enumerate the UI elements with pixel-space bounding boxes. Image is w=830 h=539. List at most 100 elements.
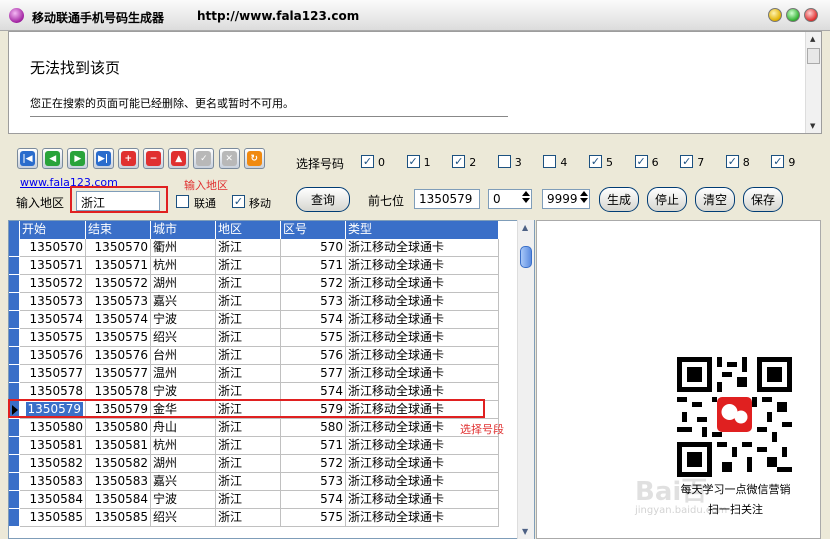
table-cell[interactable]: 浙江 xyxy=(216,275,281,293)
table-cell[interactable]: 576 xyxy=(281,347,346,365)
query-button[interactable]: 查询 xyxy=(296,187,350,212)
table-cell[interactable]: 1350571 xyxy=(86,257,151,275)
column-header[interactable]: 地区 xyxy=(216,221,281,239)
table-cell[interactable]: 1350582 xyxy=(86,455,151,473)
table-cell[interactable]: 575 xyxy=(281,329,346,347)
add-button[interactable]: + xyxy=(117,148,139,169)
table-cell[interactable]: 浙江移动全球通卡 xyxy=(346,365,499,383)
table-scrollbar[interactable]: ▲ ▼ xyxy=(517,220,534,539)
table-row[interactable]: 1350584 1350584 宁波 浙江 574 浙江移动全球通卡 xyxy=(9,491,499,509)
table-cell[interactable]: 572 xyxy=(281,275,346,293)
table-cell[interactable]: 574 xyxy=(281,311,346,329)
first-button[interactable]: |◀ xyxy=(17,148,38,169)
scroll-thumb[interactable] xyxy=(807,48,820,64)
table-cell[interactable]: 1350580 xyxy=(86,419,151,437)
table-cell[interactable]: 1350574 xyxy=(20,311,86,329)
table-cell[interactable]: 574 xyxy=(281,491,346,509)
table-cell[interactable]: 1350577 xyxy=(20,365,86,383)
table-cell[interactable]: 浙江 xyxy=(216,293,281,311)
clear-button[interactable]: 清空 xyxy=(695,187,735,212)
mobile-checkbox[interactable]: ✓ xyxy=(232,195,245,208)
table-cell[interactable]: 浙江 xyxy=(216,491,281,509)
maximize-button[interactable] xyxy=(786,8,800,22)
table-cell[interactable]: 浙江 xyxy=(216,437,281,455)
column-header[interactable]: 区号 xyxy=(281,221,346,239)
table-row[interactable]: 1350570 1350570 衢州 浙江 570 浙江移动全球通卡 xyxy=(9,239,499,257)
digit-checkbox-9[interactable]: ✓ xyxy=(771,155,785,168)
table-cell[interactable]: 绍兴 xyxy=(151,329,216,347)
web-scrollbar[interactable]: ▲ ▼ xyxy=(805,32,821,133)
digit-checkbox-7[interactable]: ✓ xyxy=(680,155,694,168)
table-cell[interactable]: 浙江 xyxy=(216,365,281,383)
table-cell[interactable]: 浙江 xyxy=(216,239,281,257)
table-cell[interactable]: 嘉兴 xyxy=(151,473,216,491)
table-cell[interactable]: 台州 xyxy=(151,347,216,365)
table-cell[interactable]: 绍兴 xyxy=(151,509,216,527)
table-cell[interactable]: 1350585 xyxy=(86,509,151,527)
table-row[interactable]: 1350575 1350575 绍兴 浙江 575 浙江移动全球通卡 xyxy=(9,329,499,347)
table-cell[interactable]: 571 xyxy=(281,257,346,275)
table-row[interactable]: 1350576 1350576 台州 浙江 576 浙江移动全球通卡 xyxy=(9,347,499,365)
table-cell[interactable]: 浙江移动全球通卡 xyxy=(346,311,499,329)
table-cell[interactable]: 湖州 xyxy=(151,455,216,473)
generate-button[interactable]: 生成 xyxy=(599,187,639,212)
check-button[interactable]: ✓ xyxy=(193,148,215,169)
table-cell[interactable]: 1350582 xyxy=(20,455,86,473)
unicom-checkbox[interactable] xyxy=(176,195,189,208)
table-cell[interactable]: 1350575 xyxy=(86,329,151,347)
results-table[interactable]: 开始 结束 城市 地区 区号 类型 1350570 1350570 衢州 浙江 570 浙… xyxy=(8,220,535,539)
table-row[interactable]: 1350572 1350572 湖州 浙江 572 浙江移动全球通卡 xyxy=(9,275,499,293)
table-row[interactable]: 1350577 1350577 温州 浙江 577 浙江移动全球通卡 xyxy=(9,365,499,383)
table-cell[interactable]: 浙江移动全球通卡 xyxy=(346,257,499,275)
table-cell[interactable]: 舟山 xyxy=(151,419,216,437)
table-cell[interactable]: 浙江移动全球通卡 xyxy=(346,455,499,473)
table-cell[interactable]: 570 xyxy=(281,239,346,257)
table-cell[interactable]: 浙江 xyxy=(216,257,281,275)
table-cell[interactable]: 1350584 xyxy=(20,491,86,509)
table-row[interactable]: 1350573 1350573 嘉兴 浙江 573 浙江移动全球通卡 xyxy=(9,293,499,311)
table-cell[interactable]: 浙江 xyxy=(216,329,281,347)
table-row[interactable]: 1350574 1350574 宁波 浙江 574 浙江移动全球通卡 xyxy=(9,311,499,329)
table-cell[interactable]: 浙江移动全球通卡 xyxy=(346,491,499,509)
first7-input[interactable]: 1350579 xyxy=(414,189,480,209)
table-cell[interactable]: 浙江 xyxy=(216,509,281,527)
digit-checkbox-4[interactable] xyxy=(543,155,557,168)
table-cell[interactable]: 1350575 xyxy=(20,329,86,347)
table-cell[interactable]: 杭州 xyxy=(151,257,216,275)
refresh-button[interactable]: ↻ xyxy=(243,148,265,169)
table-cell[interactable]: 宁波 xyxy=(151,491,216,509)
column-header[interactable]: 开始 xyxy=(20,221,86,239)
table-row[interactable]: 1350580 1350580 舟山 浙江 580 浙江移动全球通卡 xyxy=(9,419,499,437)
table-cell[interactable]: 浙江移动全球通卡 xyxy=(346,437,499,455)
stop-button[interactable]: 停止 xyxy=(647,187,687,212)
table-cell[interactable]: 浙江移动全球通卡 xyxy=(346,293,499,311)
table-cell[interactable]: 浙江移动全球通卡 xyxy=(346,239,499,257)
table-cell[interactable]: 浙江 xyxy=(216,419,281,437)
table-cell[interactable]: 1350573 xyxy=(86,293,151,311)
region-input[interactable]: 浙江 xyxy=(76,191,160,211)
table-cell[interactable]: 浙江 xyxy=(216,347,281,365)
table-cell[interactable]: 1350577 xyxy=(86,365,151,383)
table-cell[interactable]: 浙江移动全球通卡 xyxy=(346,329,499,347)
table-cell[interactable]: 1350570 xyxy=(86,239,151,257)
table-cell[interactable]: 1350570 xyxy=(20,239,86,257)
clear-button[interactable]: ✕ xyxy=(218,148,240,169)
table-cell[interactable]: 1350576 xyxy=(86,347,151,365)
digit-checkbox-8[interactable]: ✓ xyxy=(725,155,739,168)
table-cell[interactable]: 浙江移动全球通卡 xyxy=(346,275,499,293)
table-cell[interactable]: 1350585 xyxy=(20,509,86,527)
table-cell[interactable]: 1350574 xyxy=(86,311,151,329)
up-button[interactable]: ▲ xyxy=(168,148,190,169)
column-header[interactable]: 城市 xyxy=(151,221,216,239)
table-row[interactable]: 1350571 1350571 杭州 浙江 571 浙江移动全球通卡 xyxy=(9,257,499,275)
table-cell[interactable]: 572 xyxy=(281,455,346,473)
table-row[interactable]: 1350581 1350581 杭州 浙江 571 浙江移动全球通卡 xyxy=(9,437,499,455)
digit-checkbox-5[interactable]: ✓ xyxy=(589,155,602,168)
table-cell[interactable]: 575 xyxy=(281,509,346,527)
column-header[interactable]: 类型 xyxy=(346,221,499,239)
table-cell[interactable]: 1350581 xyxy=(86,437,151,455)
table-cell[interactable]: 577 xyxy=(281,365,346,383)
table-cell[interactable]: 1350572 xyxy=(20,275,86,293)
column-header[interactable]: 结束 xyxy=(86,221,151,239)
table-row[interactable]: 1350585 1350585 绍兴 浙江 575 浙江移动全球通卡 xyxy=(9,509,499,527)
